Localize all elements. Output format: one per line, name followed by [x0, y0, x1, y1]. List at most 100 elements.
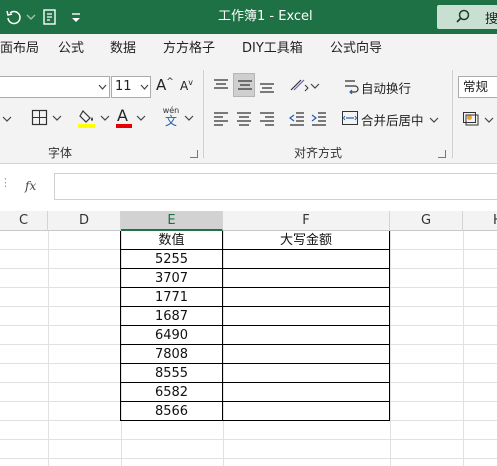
font-name-select[interactable] [0, 76, 110, 98]
align-right-button[interactable] [258, 110, 276, 130]
align-center-icon [237, 112, 251, 126]
align-left-button[interactable] [212, 110, 230, 130]
number-format-select[interactable]: 常规 [458, 76, 497, 98]
column-header-e[interactable]: E [121, 211, 223, 231]
grow-font-label: A [156, 76, 167, 94]
tab-formula-wizard[interactable]: 公式向导 [330, 40, 382, 58]
accounting-format-icon [463, 112, 479, 126]
font-color-swatch [116, 124, 132, 128]
column-header-d[interactable]: D [48, 211, 121, 231]
align-top-button[interactable] [212, 76, 230, 98]
text-orientation-icon [290, 79, 309, 92]
undo-icon[interactable] [4, 8, 24, 26]
gridline [463, 231, 464, 466]
merge-dropdown-icon[interactable] [429, 114, 439, 129]
underline-dropdown-icon[interactable] [0, 110, 14, 132]
column-header-c[interactable]: C [0, 211, 48, 231]
tab-page-layout[interactable]: 页面布局 [0, 40, 39, 58]
name-box-splitter-icon[interactable]: ⋮ [0, 176, 11, 189]
align-left-icon [214, 112, 228, 126]
redo-dropdown-icon[interactable] [25, 8, 37, 26]
orientation-button[interactable] [288, 76, 310, 98]
align-bottom-icon [260, 83, 274, 93]
increase-indent-icon [311, 112, 326, 126]
align-middle-button[interactable] [233, 73, 255, 97]
window-title: 工作簿1 - Excel [218, 9, 313, 24]
table-cell-value[interactable]: 6490 [121, 326, 222, 344]
border-icon [31, 109, 48, 126]
align-center-button[interactable] [235, 110, 253, 130]
formula-input[interactable] [54, 173, 497, 200]
font-color-dropdown-icon[interactable] [136, 112, 146, 127]
column-headers: C D E F G H [0, 211, 497, 231]
fill-color-swatch [78, 124, 95, 128]
table-cell-value[interactable]: 1687 [121, 307, 222, 325]
table-cell-value[interactable]: 5255 [121, 250, 222, 268]
gridline [0, 439, 497, 440]
gridline [48, 231, 49, 466]
table-cell-value[interactable]: 8555 [121, 364, 222, 382]
merge-center-label: 合并后居中 [361, 113, 424, 128]
fill-color-button[interactable] [78, 107, 98, 133]
group-separator [452, 70, 453, 158]
tab-data[interactable]: 数据 [110, 40, 136, 58]
save-layout-icon[interactable] [42, 8, 58, 26]
gridline [0, 458, 497, 459]
table-cell-value[interactable]: 3707 [121, 269, 222, 287]
customize-quick-access-icon[interactable] [70, 8, 82, 26]
table-border [389, 231, 390, 421]
table-border [222, 231, 223, 421]
column-header-f[interactable]: F [223, 211, 390, 231]
table-cell-value[interactable]: 1771 [121, 288, 222, 306]
increase-indent-button[interactable] [310, 110, 328, 130]
shrink-font-button[interactable]: Av [180, 78, 193, 93]
alignment-dialog-launcher-icon[interactable] [438, 150, 446, 158]
worksheet-grid[interactable]: 数值 大写金额 5255 3707 1771 1687 6490 7808 85… [0, 231, 497, 466]
accounting-format-button[interactable] [462, 110, 482, 130]
pinyin-bottom: 文 [164, 114, 177, 128]
align-bottom-button[interactable] [258, 78, 276, 100]
group-separator [203, 70, 204, 158]
insert-function-button[interactable]: fx [25, 179, 36, 193]
decrease-indent-icon [289, 112, 304, 126]
ribbon-tabs: 页面布局 公式 数据 方方格子 DIY工具箱 公式向导 [0, 34, 497, 64]
title-bar: 工作簿1 - Excel 搜 [0, 0, 497, 34]
align-middle-icon [238, 80, 252, 90]
table-cell-value[interactable]: 6582 [121, 383, 222, 401]
border-dropdown-icon[interactable] [52, 112, 62, 127]
tab-formulas[interactable]: 公式 [58, 40, 84, 58]
column-header-h[interactable]: H [463, 211, 497, 231]
table-border [120, 420, 390, 421]
tab-diy-toolbox[interactable]: DIY工具箱 [242, 40, 303, 58]
merge-center-icon [342, 111, 358, 125]
accounting-dropdown-icon[interactable] [484, 114, 494, 129]
gridline [390, 231, 391, 466]
header-cell-amount[interactable]: 大写金额 [223, 231, 389, 249]
border-button[interactable] [31, 109, 49, 131]
orientation-dropdown-icon[interactable] [310, 80, 320, 95]
table-cell-value[interactable]: 7808 [121, 345, 222, 363]
font-dialog-launcher-icon[interactable] [190, 150, 198, 158]
wrap-text-label: 自动换行 [361, 81, 412, 96]
fill-color-dropdown-icon[interactable] [100, 112, 110, 127]
search-box[interactable]: 搜 [437, 5, 497, 29]
search-icon [456, 9, 470, 23]
font-size-value: 11 [115, 79, 132, 94]
phonetic-dropdown-icon[interactable] [184, 112, 194, 127]
ribbon: 11 A^ Av A wén 文 字体 自动换行 合并后居中 对齐方式 常规 [0, 64, 497, 164]
table-cell-value[interactable]: 8566 [121, 402, 222, 420]
decrease-indent-button[interactable] [288, 110, 306, 130]
font-color-icon: A [117, 106, 128, 125]
column-header-g[interactable]: G [390, 211, 463, 231]
shrink-font-label: A [180, 79, 189, 93]
phonetic-guide-button[interactable]: wén 文 [160, 106, 182, 128]
grow-font-button[interactable]: A^ [156, 76, 174, 94]
wrap-text-icon [345, 80, 359, 94]
number-format-value: 常规 [463, 79, 489, 94]
header-cell-value[interactable]: 数值 [121, 231, 222, 249]
alignment-group-label: 对齐方式 [294, 146, 343, 160]
gridline [223, 231, 224, 466]
formula-bar: ⋮ fx [0, 164, 497, 210]
font-size-select[interactable]: 11 [111, 76, 151, 98]
tab-fangfang[interactable]: 方方格子 [163, 40, 215, 58]
